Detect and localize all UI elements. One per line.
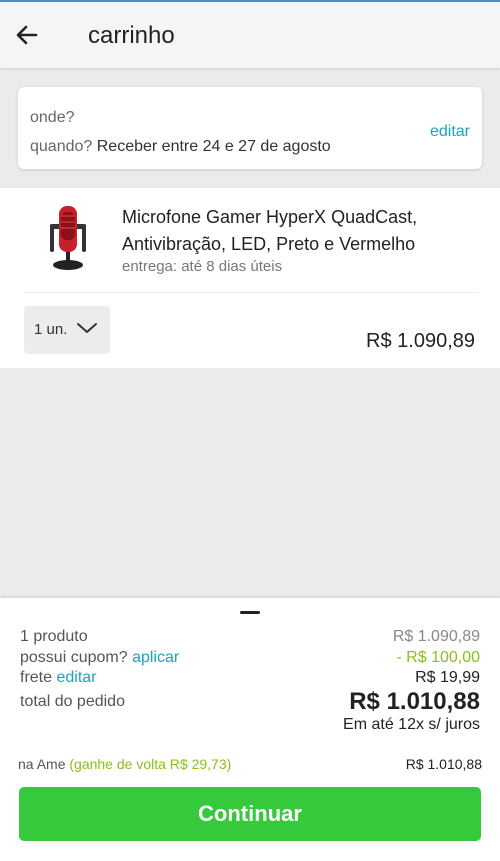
shipping-label: frete [20,669,53,686]
where-label: onde? [30,109,75,126]
edit-shipping-link[interactable]: editar [56,669,96,686]
shipping-value: R$ 19,99 [415,669,480,686]
product-name-line2: Antivibração, LED, Preto e Vermelho [122,234,416,254]
coupon-discount: - R$ 100,00 [396,649,480,666]
coupon-label: possui cupom? [20,649,128,666]
products-value: R$ 1.090,89 [392,628,480,645]
chevron-down-icon [77,323,97,333]
continue-button[interactable]: Continuar [19,787,481,841]
ame-value: R$ 1.010,88 [405,756,482,772]
when-value: Receber entre 24 e 27 de agosto [96,138,331,155]
when-label: quando? [30,138,93,155]
arrow-left-icon[interactable] [12,20,42,50]
order-summary: 1 produto R$ 1.090,89 possui cupom? apli… [0,598,500,861]
cart-item: Microfone Gamer HyperX QuadCast, Antivib… [0,188,500,368]
delivery-card: onde? quando? Receber entre 24 e 27 de a… [18,87,482,169]
product-name-line1: Microfone Gamer HyperX QuadCast, [122,207,418,227]
summary-coupon-row: possui cupom? aplicar - R$ 100,00 [20,649,480,667]
quantity-value: 1 un. [34,321,68,338]
edit-delivery-link[interactable]: editar [430,123,470,141]
app-header: carrinho [0,0,500,68]
when-row: quando? Receber entre 24 e 27 de agosto [30,138,331,156]
total-value: R$ 1.010,88 [349,688,480,715]
total-label: total do pedido [20,693,125,710]
product-delivery-time: entrega: até 8 dias úteis [122,258,283,275]
ame-label: na Ame [18,756,66,772]
summary-products-row: 1 produto R$ 1.090,89 [20,628,480,646]
ame-row: na Ame (ganhe de volta R$ 29,73) R$ 1.01… [18,756,482,772]
product-price: R$ 1.090,89 [366,330,475,352]
summary-shipping-row: frete editar R$ 19,99 [20,669,480,687]
installments-info: Em até 12x s/ juros [343,716,480,733]
divider [24,292,478,293]
apply-coupon-link[interactable]: aplicar [132,649,179,666]
quantity-select[interactable]: 1 un. [24,306,110,354]
product-name[interactable]: Microfone Gamer HyperX QuadCast, Antivib… [122,204,472,258]
products-label: 1 produto [20,628,88,645]
ame-cashback: (ganhe de volta R$ 29,73) [69,756,232,772]
drag-handle[interactable] [240,611,260,614]
page-title: carrinho [88,22,175,49]
microphone-image [50,206,86,270]
